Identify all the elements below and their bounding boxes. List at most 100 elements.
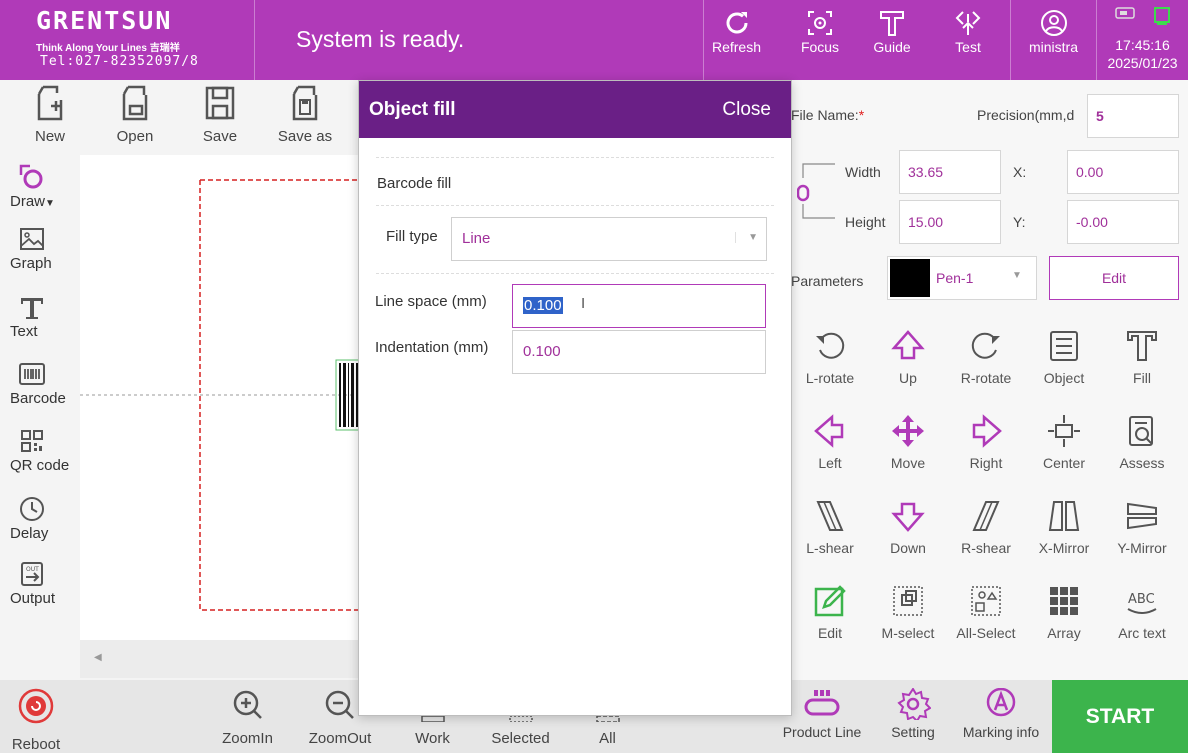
x-mirror-button[interactable]: X-Mirror	[1025, 498, 1103, 578]
precision-label: Precision(mm,d	[977, 107, 1075, 123]
marking-info-icon	[986, 688, 1016, 717]
l-shear-button[interactable]: L-shear	[791, 498, 869, 578]
new-button[interactable]: New	[10, 84, 90, 152]
y-field[interactable]: -0.00	[1067, 200, 1179, 244]
pen-value: Pen-1	[936, 270, 974, 286]
scroll-left-icon[interactable]: ◀	[94, 652, 102, 663]
marking-info-button[interactable]: Marking info	[956, 688, 1046, 740]
guide-icon	[880, 11, 904, 36]
reboot-button[interactable]: Reboot	[10, 688, 62, 753]
move-button[interactable]: Move	[869, 413, 947, 493]
width-field[interactable]: 33.65	[899, 150, 1001, 194]
y-mirror-button[interactable]: Y-Mirror	[1103, 498, 1181, 578]
fill-button[interactable]: Fill	[1103, 328, 1181, 408]
design-canvas[interactable]	[80, 155, 361, 640]
save-as-label: Save as	[277, 128, 333, 145]
r-rotate-button[interactable]: R-rotate	[947, 328, 1025, 408]
text-tool[interactable]: Text	[0, 293, 80, 340]
qrcode-tool[interactable]: QR code	[0, 427, 80, 474]
gear-icon	[897, 688, 931, 720]
zoom-in-button[interactable]: ZoomIn	[215, 688, 280, 747]
logo: GRENTSUN Think Along Your Lines 吉瑞祥 Tel:…	[0, 0, 255, 80]
down-button[interactable]: Down	[869, 498, 947, 578]
line-space-field[interactable]: 0.100 I	[512, 284, 766, 328]
guide-button[interactable]: Guide	[860, 0, 924, 80]
edit-parameters-button[interactable]: Edit	[1049, 256, 1179, 300]
arc-text-button[interactable]: ABC Arc text	[1103, 583, 1181, 663]
network-icon	[1153, 7, 1170, 25]
right-button[interactable]: Right	[947, 413, 1025, 493]
aspect-lock-icon[interactable]	[797, 160, 837, 230]
m-select-button[interactable]: M-select	[869, 583, 947, 663]
save-label: Save	[202, 128, 238, 145]
open-folder-icon	[122, 85, 148, 121]
width-label: Width	[845, 164, 881, 180]
fill-type-label: Fill type	[386, 228, 438, 245]
fill-type-select[interactable]: Line ▼	[451, 217, 767, 261]
object-list-icon	[1050, 331, 1078, 361]
text-cursor-icon: I	[581, 295, 586, 312]
fill-icon	[1127, 331, 1157, 361]
dialog-header: Object fill Close	[359, 81, 791, 138]
array-button[interactable]: Array	[1025, 583, 1103, 663]
draw-label: Draw▼	[10, 193, 55, 210]
l-rotate-button[interactable]: L-rotate	[791, 328, 869, 408]
barcode-icon	[19, 363, 45, 385]
object-button[interactable]: Object	[1025, 328, 1103, 408]
x-field[interactable]: 0.00	[1067, 150, 1179, 194]
shear-right-icon	[972, 501, 1000, 531]
mirror-x-icon	[1048, 501, 1080, 531]
save-as-button[interactable]: Save as	[265, 84, 345, 152]
test-button[interactable]: Test	[936, 0, 1000, 80]
r-shear-button[interactable]: R-shear	[947, 498, 1025, 578]
refresh-button[interactable]: Refresh	[703, 0, 769, 80]
all-select-button[interactable]: All-Select	[947, 583, 1025, 663]
focus-button[interactable]: Focus	[788, 0, 852, 80]
user-button[interactable]: ministra	[1010, 0, 1096, 80]
graph-tool[interactable]: Graph	[0, 225, 80, 272]
delay-tool[interactable]: Delay	[0, 495, 80, 542]
telephone: Tel:027-82352097/8	[40, 54, 199, 69]
svg-text:ABC: ABC	[1128, 592, 1155, 607]
up-button[interactable]: Up	[869, 328, 947, 408]
output-icon: OUT	[21, 562, 43, 586]
dialog-title: Object fill	[369, 99, 456, 120]
array-icon	[1050, 587, 1078, 615]
center-button[interactable]: Center	[1025, 413, 1103, 493]
clock-date: 2025/01/23	[1107, 55, 1178, 71]
precision-field[interactable]: 5	[1087, 94, 1179, 138]
delay-label: Delay	[10, 525, 49, 542]
x-label: X:	[1013, 164, 1027, 180]
conveyor-icon	[804, 690, 840, 716]
arrow-left-icon	[814, 414, 844, 448]
barcode-object[interactable]	[339, 363, 358, 427]
open-button[interactable]: Open	[95, 84, 175, 152]
guide-label: Guide	[873, 39, 911, 55]
draw-tool[interactable]: Draw▼	[0, 163, 80, 210]
horizontal-scrollbar[interactable]: ◀	[80, 640, 360, 678]
object-fill-dialog: Object fill Close Barcode fill Fill type…	[358, 80, 792, 716]
barcode-tool[interactable]: Barcode	[0, 360, 80, 407]
pen-select[interactable]: Pen-1 ▼	[887, 256, 1037, 300]
top-bar: GRENTSUN Think Along Your Lines 吉瑞祥 Tel:…	[0, 0, 1188, 80]
indentation-field[interactable]: 0.100	[512, 330, 766, 374]
left-button[interactable]: Left	[791, 413, 869, 493]
clock: 17:45:16 2025/01/23	[1096, 0, 1188, 80]
output-label: Output	[10, 590, 56, 607]
height-field[interactable]: 15.00	[899, 200, 1001, 244]
arc-text-icon: ABC	[1127, 592, 1157, 614]
assess-button[interactable]: Assess	[1103, 413, 1181, 493]
close-button[interactable]: Close	[722, 99, 771, 121]
line-space-label: Line space (mm)	[375, 293, 487, 310]
output-tool[interactable]: OUT Output	[0, 560, 80, 607]
reboot-icon	[18, 688, 54, 724]
edit-button[interactable]: Edit	[791, 583, 869, 663]
mirror-y-icon	[1127, 502, 1157, 530]
save-button[interactable]: Save	[180, 84, 260, 152]
refresh-label: Refresh	[711, 39, 762, 55]
left-toolbar: Draw▼ Graph Text Barcode QR code Delay O…	[0, 155, 80, 680]
edit-icon	[814, 585, 846, 617]
start-button[interactable]: START	[1052, 680, 1188, 753]
setting-button[interactable]: Setting	[880, 688, 946, 740]
chevron-down-icon: ▼	[735, 232, 758, 243]
